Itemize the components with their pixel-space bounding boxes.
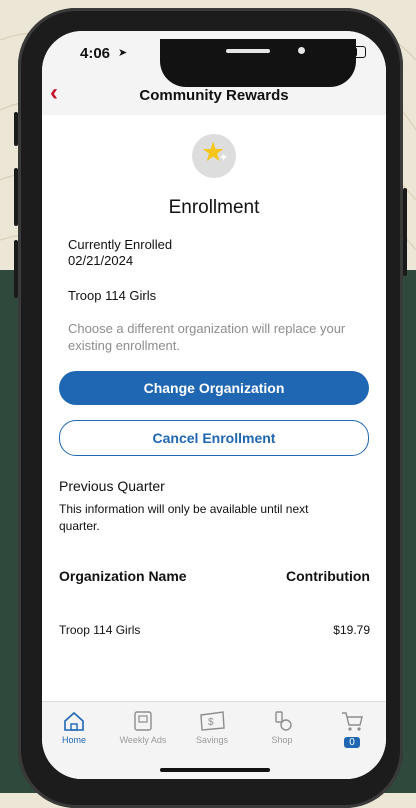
column-header-contribution: Contribution: [286, 568, 370, 584]
sparkle-icon: ✦: [219, 152, 229, 164]
app-screen: 4:06 ➤ ‹ Community Rewards ★ ✦ Enrollmen…: [42, 31, 386, 779]
shop-icon: [275, 711, 292, 731]
cart-count-badge: 0: [344, 737, 360, 748]
rewards-star-badge: ★ ✦: [192, 134, 236, 178]
savings-icon: $: [200, 711, 225, 731]
tab-weekly-ads-label: Weekly Ads: [119, 735, 167, 745]
island-camera: [298, 47, 305, 54]
enrolled-organization: Troop 114 Girls: [68, 288, 157, 303]
tab-weekly-ads[interactable]: Weekly Ads: [113, 710, 173, 745]
phone-volume-down: [14, 240, 18, 298]
enrollment-heading: Enrollment: [168, 197, 260, 218]
change-organization-button[interactable]: Change Organization: [59, 371, 369, 405]
previous-quarter-heading: Previous Quarter: [59, 478, 165, 494]
weekly-ads-icon: [134, 711, 152, 731]
home-icon: [64, 711, 84, 731]
phone-action-button: [14, 112, 18, 146]
page-title: Community Rewards: [139, 87, 289, 104]
tab-savings[interactable]: $ Savings: [182, 710, 242, 745]
cancel-enrollment-button[interactable]: Cancel Enrollment: [59, 420, 369, 456]
enrollment-status-label: Currently Enrolled: [68, 237, 173, 252]
row-organization: Troop 114 Girls: [59, 623, 141, 637]
tab-home-label: Home: [61, 735, 86, 745]
location-arrow-icon: ➤: [118, 47, 128, 59]
column-header-organization: Organization Name: [59, 568, 187, 584]
tab-shop[interactable]: Shop: [252, 710, 312, 745]
phone-power-button: [403, 188, 407, 276]
enrollment-note: Choose a different organization will rep…: [68, 321, 346, 353]
phone-volume-up: [14, 168, 18, 226]
status-time: 4:06: [80, 45, 111, 62]
enrollment-date: 02/21/2024: [68, 253, 134, 268]
tab-shop-label: Shop: [271, 735, 293, 745]
row-contribution: $19.79: [333, 623, 370, 637]
tab-savings-label: Savings: [195, 735, 229, 745]
dynamic-island: [160, 39, 356, 87]
previous-quarter-info: This information will only be available …: [59, 502, 309, 533]
svg-text:$: $: [208, 717, 214, 728]
home-indicator[interactable]: [160, 768, 270, 772]
tab-cart[interactable]: 0: [322, 710, 382, 750]
cart-icon: [342, 712, 363, 731]
tab-home[interactable]: Home: [44, 710, 104, 745]
island-speaker: [226, 49, 270, 53]
